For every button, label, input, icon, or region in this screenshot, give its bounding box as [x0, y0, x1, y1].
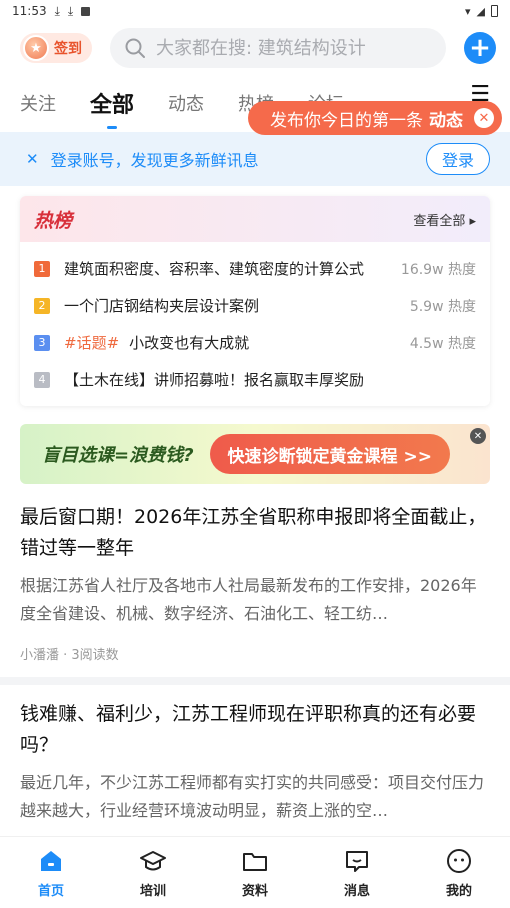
- top-bar: ★ 签到 +: [0, 22, 510, 74]
- hot-list-item[interactable]: 1 建筑面积密度、容积率、建筑密度的计算公式 16.9w 热度: [34, 250, 476, 287]
- article-title: 钱难赚、福利少，江苏工程师现在评职称真的还有必要吗？: [20, 703, 477, 756]
- hot-list: 1 建筑面积密度、容积率、建筑密度的计算公式 16.9w 热度 2 一个门店钢结…: [20, 242, 490, 406]
- tab-follow[interactable]: 关注: [20, 90, 56, 116]
- login-banner: ✕ 登录账号，发现更多新鲜讯息 登录: [0, 132, 510, 186]
- nav-label: 消息: [343, 883, 370, 899]
- nav-label: 资料: [241, 883, 268, 899]
- hot-item-text: 一个门店钢结构夹层设计案例: [64, 297, 260, 315]
- article-summary: 根据江苏省人社厅及各地市人社局最新发布的工作安排，2026年度全省建设、机械、数…: [20, 576, 477, 623]
- ad-cta-button[interactable]: 快速诊断锁定黄金课程 >>: [209, 434, 450, 474]
- course-ad-banner[interactable]: 盲目选课=浪费钱? 快速诊断锁定黄金课程 >> ✕: [20, 424, 490, 484]
- hot-item-text: 建筑面积密度、容积率、建筑密度的计算公式: [64, 260, 365, 278]
- plus-icon: +: [469, 33, 491, 63]
- ad-slogan: 盲目选课=浪费钱?: [42, 445, 194, 466]
- bottom-nav: 首页 培训 资料 消息 我的: [0, 836, 510, 908]
- heat-count: 4.5w 热度: [409, 335, 476, 352]
- message-icon: [346, 850, 368, 872]
- rank-badge: 2: [34, 297, 50, 314]
- nav-messages[interactable]: 消息: [306, 837, 408, 908]
- hot-item-title: #话题# 小改变也有大成就: [64, 332, 396, 353]
- article-summary: 最近几年，不少江苏工程师都有实打实的共同感受：项目交付压力越来越大，行业经营环境…: [20, 773, 485, 820]
- nav-profile[interactable]: 我的: [408, 837, 510, 908]
- status-bar: 11:53 ⤓ ⤓ ▾ ◢: [0, 0, 510, 22]
- nav-resources[interactable]: 资料: [204, 837, 306, 908]
- coin-icon: ★: [23, 35, 49, 61]
- search-icon: [125, 38, 145, 58]
- heat-count: 5.9w 热度: [409, 298, 476, 315]
- hot-list-item[interactable]: 3 #话题# 小改变也有大成就 4.5w 热度: [34, 324, 476, 361]
- article-title: 最后窗口期！2026年江苏全省职称申报即将全面截止，错过等一整年: [20, 506, 487, 559]
- wifi-icon: ▾: [465, 4, 471, 18]
- article-meta: 小潘潘 · 3阅读数: [20, 648, 119, 663]
- rank-badge: 4: [34, 371, 50, 388]
- login-message: 登录账号，发现更多新鲜讯息: [50, 151, 259, 170]
- view-all-link[interactable]: 查看全部 ▸: [413, 210, 476, 229]
- hot-item-title: 建筑面积密度、容积率、建筑密度的计算公式: [64, 258, 387, 279]
- nav-label: 首页: [37, 883, 64, 899]
- nav-label: 我的: [445, 883, 472, 899]
- close-icon[interactable]: ✕: [474, 108, 494, 128]
- graduation-cap-icon: [140, 850, 166, 870]
- hot-list-card: 热榜 查看全部 ▸ 1 建筑面积密度、容积率、建筑密度的计算公式 16.9w 热…: [20, 196, 490, 406]
- hot-list-item[interactable]: 4 【土木在线】讲师招募啦！报名赢取丰厚奖励: [34, 361, 476, 398]
- login-button[interactable]: 登录: [426, 143, 490, 175]
- close-icon[interactable]: ✕: [26, 150, 39, 168]
- divider: [0, 677, 510, 685]
- hot-list-logo: 热榜: [34, 209, 73, 232]
- search-input[interactable]: [156, 37, 432, 59]
- search-bar[interactable]: [110, 28, 446, 68]
- close-icon[interactable]: ✕: [470, 428, 486, 444]
- tab-dynamic[interactable]: 动态: [168, 90, 204, 116]
- rank-badge: 1: [34, 260, 50, 277]
- checkin-label: 签到: [54, 41, 82, 57]
- hot-item-text: 小改变也有大成就: [129, 334, 250, 352]
- hot-item-text: 【土木在线】讲师招募啦！报名赢取丰厚奖励: [64, 371, 365, 389]
- article-card[interactable]: 钱难赚、福利少，江苏工程师现在评职称真的还有必要吗？ 最近几年，不少江苏工程师都…: [0, 685, 510, 839]
- signal-icon: ◢: [476, 4, 485, 18]
- home-icon: [41, 850, 61, 871]
- nav-training[interactable]: 培训: [102, 837, 204, 908]
- battery-icon: [491, 5, 498, 17]
- app-icon: [81, 6, 91, 16]
- add-button[interactable]: +: [464, 32, 496, 64]
- topic-tag: #话题#: [64, 334, 120, 352]
- rank-badge: 3: [34, 334, 50, 351]
- hot-item-title: 一个门店钢结构夹层设计案例: [64, 295, 396, 316]
- download-icon: ⤓: [54, 3, 60, 18]
- checkin-button[interactable]: ★ 签到: [20, 33, 92, 63]
- tab-all[interactable]: 全部: [90, 87, 134, 129]
- bubble-text: 发布你今日的第一条: [270, 110, 423, 131]
- profile-icon: [447, 848, 471, 873]
- nav-label: 培训: [139, 883, 166, 899]
- hot-item-title: 【土木在线】讲师招募啦！报名赢取丰厚奖励: [64, 369, 462, 390]
- hot-list-item[interactable]: 2 一个门店钢结构夹层设计案例 5.9w 热度: [34, 287, 476, 324]
- status-time: 11:53: [12, 4, 47, 18]
- hot-list-header: 热榜 查看全部 ▸: [20, 196, 490, 242]
- article-card[interactable]: 最后窗口期！2026年江苏全省职称申报即将全面截止，错过等一整年 根据江苏省人社…: [0, 484, 510, 677]
- download-icon: ⤓: [67, 3, 74, 18]
- folder-icon: [243, 852, 267, 871]
- post-prompt-bubble[interactable]: 发布你今日的第一条 动态 ✕: [248, 101, 502, 135]
- bubble-emphasis: 动态: [429, 110, 463, 131]
- nav-home[interactable]: 首页: [0, 837, 102, 908]
- heat-count: 16.9w 热度: [400, 261, 476, 278]
